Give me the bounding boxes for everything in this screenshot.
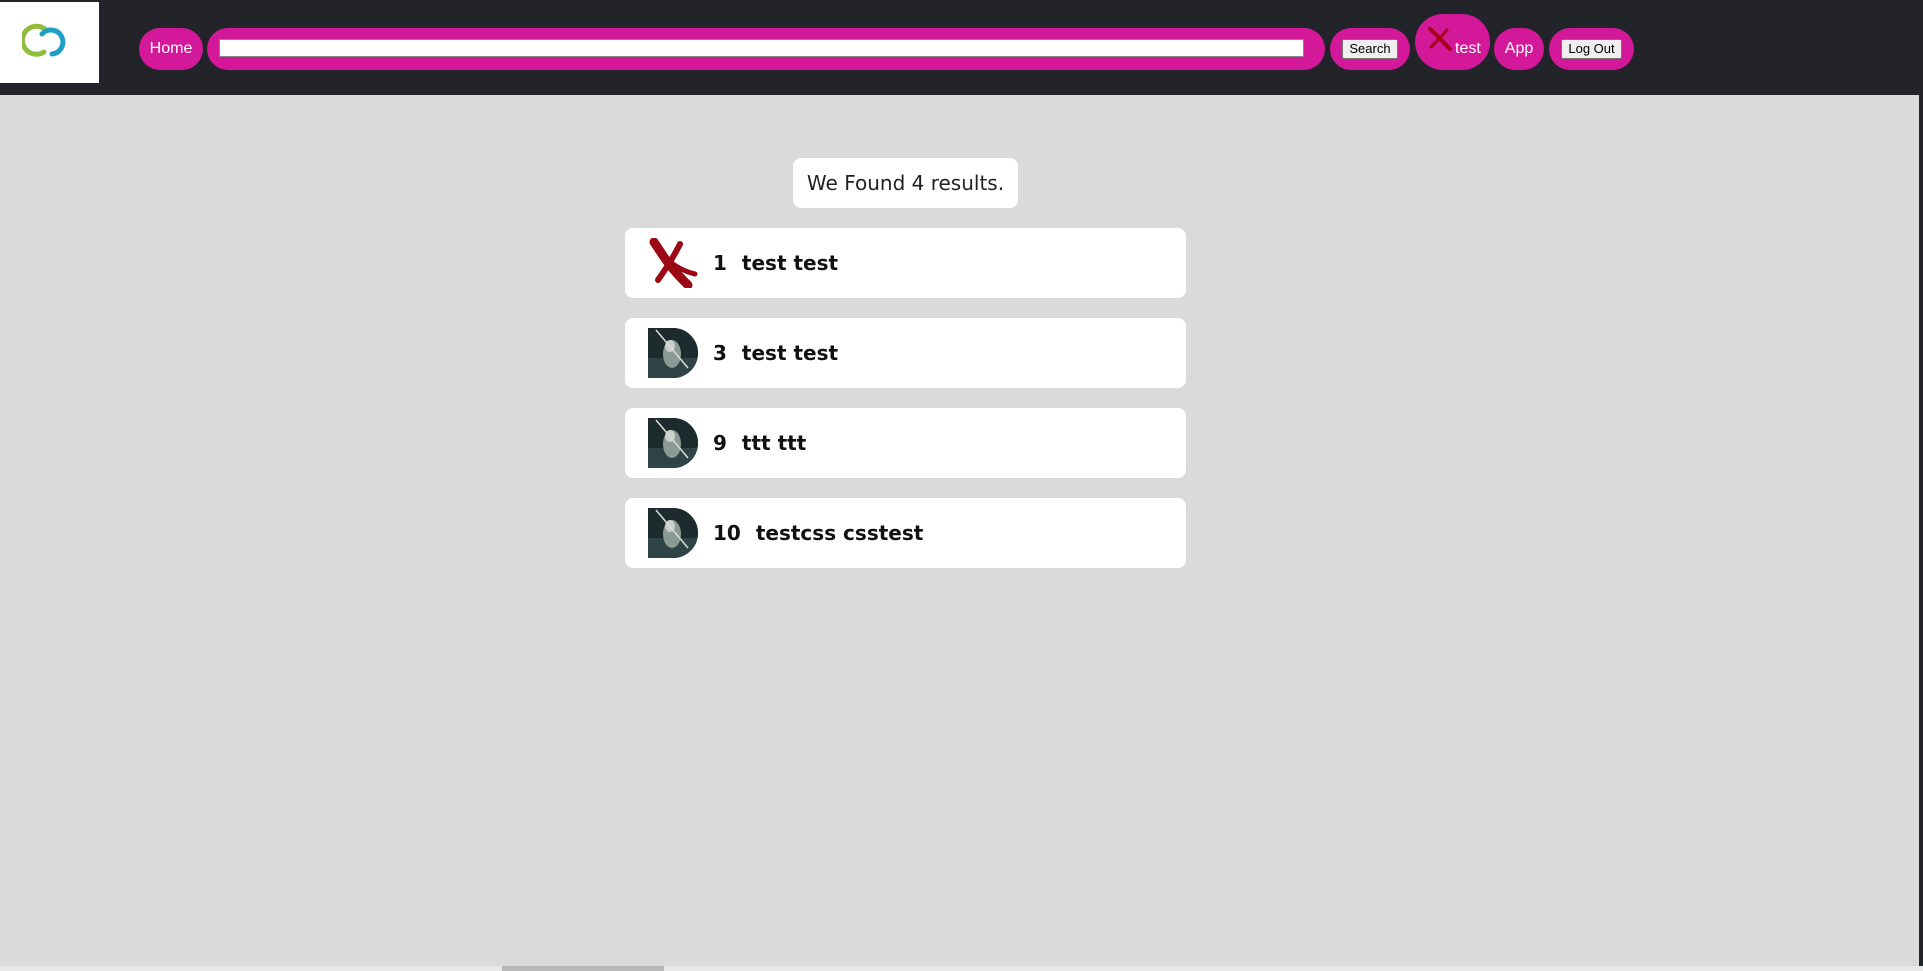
search-bar — [207, 28, 1325, 70]
result-name: testcss csstest — [755, 521, 924, 545]
results-summary-text: We Found 4 results. — [806, 171, 1005, 195]
result-label: 9 ttt ttt — [713, 408, 806, 478]
result-id: 10 — [713, 521, 741, 545]
profile-photo — [648, 418, 698, 468]
logo-rings-icon — [22, 23, 66, 57]
result-label: 1 test test — [713, 228, 838, 298]
avatar — [648, 508, 698, 558]
result-id: 9 — [713, 431, 727, 455]
search-input[interactable] — [219, 39, 1304, 57]
logout-button-wrapper: Log Out — [1549, 28, 1634, 70]
result-item[interactable]: 3 test test — [625, 318, 1186, 388]
result-label: 3 test test — [713, 318, 838, 388]
profile-photo — [648, 328, 698, 378]
site-logo[interactable] — [0, 2, 99, 83]
profile-photo — [648, 508, 698, 558]
results-summary: We Found 4 results. — [793, 158, 1018, 208]
result-item[interactable]: 10 testcss csstest — [625, 498, 1186, 568]
home-button[interactable]: Home — [139, 28, 203, 70]
result-item[interactable]: 9 ttt ttt — [625, 408, 1186, 478]
user-name: test — [1455, 40, 1481, 57]
window-edge — [1919, 0, 1923, 971]
user-profile-button[interactable]: test — [1415, 14, 1490, 70]
avatar — [648, 328, 698, 378]
app-button[interactable]: App — [1494, 28, 1544, 70]
scrollbar-thumb[interactable] — [502, 966, 664, 971]
avatar — [648, 418, 698, 468]
red-x-icon — [1428, 27, 1452, 51]
home-label: Home — [149, 40, 193, 57]
result-name: ttt ttt — [741, 431, 807, 455]
result-name: test test — [741, 251, 839, 275]
search-button[interactable]: Search — [1342, 39, 1398, 59]
result-label: 10 testcss csstest — [713, 498, 923, 568]
result-item[interactable]: 1 test test — [625, 228, 1186, 298]
result-name: test test — [741, 341, 839, 365]
result-id: 1 — [713, 251, 727, 275]
logout-button[interactable]: Log Out — [1561, 39, 1622, 59]
app-label: App — [1504, 40, 1534, 57]
red-x-icon — [649, 237, 698, 290]
result-id: 3 — [713, 341, 727, 365]
avatar — [648, 237, 698, 290]
top-navigation-bar: Home Search test App Log Out — [0, 0, 1923, 95]
search-button-wrapper: Search — [1330, 28, 1410, 70]
horizontal-scrollbar[interactable] — [0, 966, 1923, 971]
